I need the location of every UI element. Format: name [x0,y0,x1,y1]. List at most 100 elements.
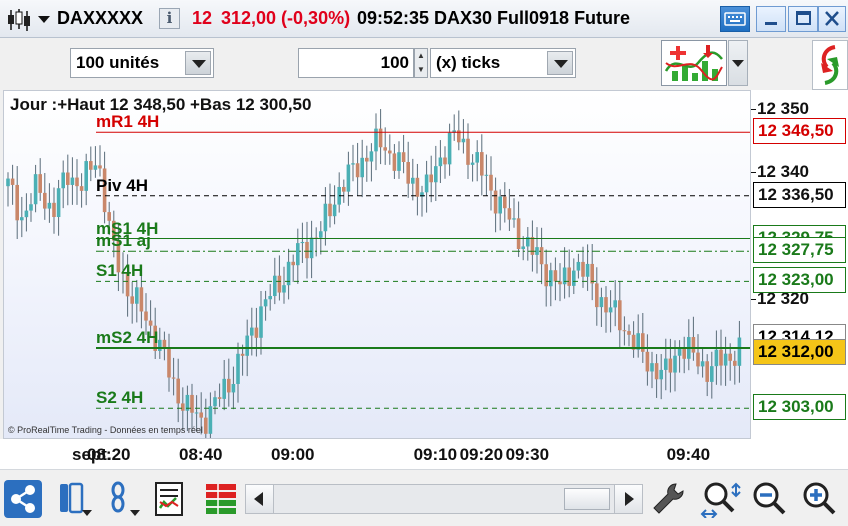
candle-body [558,281,562,285]
instrument-dropdown-icon[interactable] [38,16,50,23]
candle-body [705,361,709,382]
candle-body [139,287,144,312]
candle-body [365,157,369,162]
indicator-dropdown-button[interactable] [728,40,748,86]
day-high-low-header: Jour :+Haut 12 348,50 +Bas 12 300,50 [10,95,312,114]
candle-body [194,412,199,414]
zoom-autoscale-icon[interactable] [698,480,742,518]
info-button[interactable]: i [159,8,180,29]
instrument-name[interactable]: DAXXXXX [57,8,143,29]
spin-down-icon[interactable]: ▼ [415,63,427,77]
scroll-thumb[interactable] [564,488,610,510]
candle-body [56,188,61,218]
candle-body [539,247,544,265]
candle-body [443,157,447,165]
chevron-down-icon[interactable] [547,51,573,75]
candle-body [61,172,65,189]
level-label: S2 4H [96,388,144,408]
candle-body [654,363,659,380]
level-label: mS1 aj [96,231,151,251]
time-scrollbar[interactable] [245,484,643,514]
share-icon[interactable] [4,480,42,518]
candle-body [530,237,535,255]
layout-icon[interactable] [54,480,94,518]
candle-body [319,231,323,238]
ticks-spinner[interactable]: ▲ ▼ [414,48,428,78]
price-chart[interactable]: mR1 4H Piv 4H mS1 4H mS1 aj S1 4H mS2 4H S2 4H… [3,90,751,439]
candle-body [493,190,498,214]
candle-body [576,261,581,271]
candle-body [135,287,139,304]
scroll-right-arrow-icon[interactable] [614,485,642,513]
level-label: mS2 4H [96,327,159,347]
add-indicator-button[interactable] [661,40,727,86]
chart-toolbar: 100 unités 100 ▲ ▼ (x) ticks [0,38,848,90]
candle-body [664,358,668,370]
candle-body [475,152,479,163]
chevron-down-icon[interactable] [185,51,211,75]
candle-body [397,152,401,171]
candle-body [213,397,217,407]
candle-body [544,264,548,287]
candle-body [641,333,645,352]
candle-body [6,178,10,187]
candle-body [714,349,719,367]
spin-up-icon[interactable]: ▲ [415,49,427,63]
ticks-unit-select[interactable]: (x) ticks [430,48,576,78]
time-tick-label: 09:40 [666,445,711,464]
candle-body [710,366,714,382]
candle-body [549,270,553,287]
candle-body [75,177,79,187]
candle-body [130,296,134,304]
candle-body [604,297,608,313]
order-book-icon[interactable] [202,480,240,518]
candle-body [158,339,162,351]
units-select[interactable]: 100 unités [70,48,214,78]
level-label: mR1 4H [96,112,160,132]
candle-body [70,177,75,185]
candle-body [572,270,576,286]
candle-body [98,165,102,169]
time-tick-label: 09:20 [459,445,504,464]
maximize-button[interactable] [788,6,818,32]
ticks-unit-select-value: (x) ticks [436,53,501,72]
settings-wrench-icon[interactable] [650,480,688,518]
candle-body [461,138,466,143]
level-price-tag: 12 336,50 [753,181,846,208]
candle-body [645,351,650,372]
candle-body [245,335,249,356]
candle-body [332,204,337,217]
instrument-description: DAX30 Full0918 Future [434,8,631,28]
zoom-in-icon[interactable] [800,480,838,518]
zoom-out-icon[interactable] [750,480,788,518]
candle-body [66,172,70,185]
bottom-toolbar [0,469,848,526]
candle-body [388,150,392,154]
candle-body [342,186,346,192]
units-select-value: 100 unités [76,53,160,72]
expand-side-button[interactable] [812,40,848,90]
candle-body [503,196,507,209]
time-axis[interactable]: sept. 08:20 08:40 09:00 09:10 09:20 09:30 09:40 [0,439,848,469]
candle-body [677,348,682,356]
close-button[interactable] [818,6,846,32]
price-axis[interactable]: 12 350 12 340 12 320 12 346,50 12 336,50 12 3… [751,90,848,439]
link-icon[interactable] [102,480,142,518]
indicator-chart-icon [664,43,724,83]
candle-body [383,147,387,151]
candle-body [328,203,332,217]
ticks-count-input[interactable]: 100 [298,48,414,78]
candle-body [199,412,203,418]
candle-body [300,241,305,244]
scroll-left-arrow-icon[interactable] [246,485,274,513]
minimize-button[interactable] [756,6,786,32]
candlestick-icon[interactable] [6,8,32,32]
candle-body [93,165,98,170]
candle-body [250,327,254,336]
candle-body [650,363,654,372]
orders-list-icon[interactable] [152,480,190,518]
candle-body [673,355,677,373]
candle-body [489,174,493,191]
keyboard-button[interactable] [720,6,750,32]
candle-body [434,166,438,183]
